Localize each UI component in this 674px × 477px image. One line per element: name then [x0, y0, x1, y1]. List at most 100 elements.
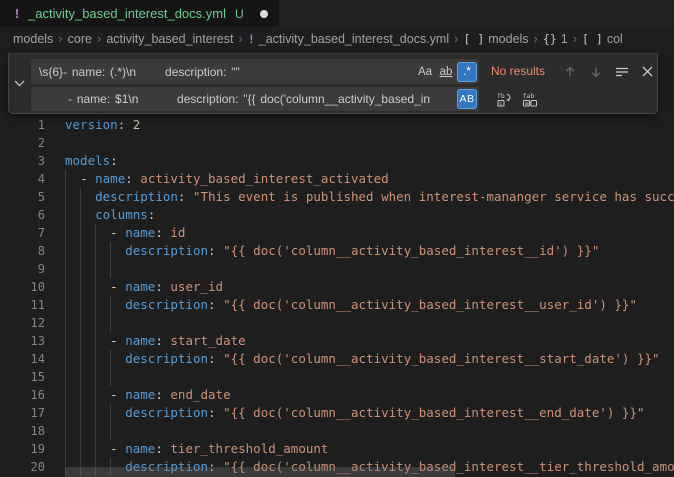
- indent-guide: [80, 314, 81, 332]
- breadcrumb-item-models[interactable]: models: [13, 32, 53, 46]
- editor-line-1[interactable]: 1version: 2: [0, 116, 674, 134]
- breadcrumb-label: core: [68, 32, 92, 46]
- find-replace-widget: Aa ab .* No results AB fb c fab: [8, 53, 658, 114]
- tab-filename: _activity_based_interest_docs.yml: [28, 6, 226, 21]
- line-number: 10: [0, 278, 45, 296]
- editor-line-19[interactable]: 19 - name: tier_threshold_amount: [0, 440, 674, 458]
- indent-guide: [95, 314, 96, 332]
- editor-line-11[interactable]: 11 description: "{{ doc('column__activit…: [0, 296, 674, 314]
- code-text: models:: [65, 152, 674, 170]
- tab-activity-based-interest-docs[interactable]: ! _activity_based_interest_docs.yml U: [0, 0, 279, 27]
- editor-line-5[interactable]: 5 description: "This event is published …: [0, 188, 674, 206]
- editor-line-3[interactable]: 3 models:: [0, 152, 674, 170]
- breadcrumb: models › core › activity_based_interest › !_ac…: [0, 27, 674, 50]
- line-number: 13: [0, 332, 45, 350]
- code-text: columns:: [65, 206, 674, 224]
- breadcrumb-separator-icon: ›: [97, 31, 101, 46]
- replace-all-button[interactable]: fab ac: [519, 89, 540, 110]
- whole-word-toggle[interactable]: ab: [436, 62, 456, 82]
- indent-guide: [95, 368, 96, 386]
- indent-guide: [95, 422, 96, 440]
- line-number: 14: [0, 350, 45, 368]
- whole-word-label: ab: [440, 66, 453, 78]
- line-number: 20: [0, 458, 45, 476]
- replace-row: AB: [31, 87, 479, 111]
- breadcrumb-item-core[interactable]: core: [68, 32, 92, 46]
- line-number: 7: [0, 224, 45, 242]
- editor-line-7[interactable]: 7 - name: id: [0, 224, 674, 242]
- line-number: 18: [0, 422, 45, 440]
- git-untracked-badge: U: [235, 7, 244, 21]
- match-case-toggle[interactable]: Aa: [415, 62, 435, 82]
- next-match-button[interactable]: [585, 61, 606, 82]
- close-find-widget-button[interactable]: [637, 61, 658, 82]
- find-row: Aa ab .*: [31, 59, 479, 84]
- code-text: description: "{{ doc('column__activity_b…: [65, 296, 674, 314]
- editor-line-18[interactable]: 18: [0, 422, 674, 440]
- replace-input-container: AB: [31, 87, 479, 111]
- code-text: - name: start_date: [65, 332, 674, 350]
- editor-line-16[interactable]: 16 - name: end_date: [0, 386, 674, 404]
- replace-input[interactable]: [31, 92, 456, 106]
- svg-text:fb: fb: [497, 92, 505, 100]
- editor-line-13[interactable]: 13 - name: start_date: [0, 332, 674, 350]
- toggle-replace-chevron-icon[interactable]: [9, 54, 29, 113]
- find-in-selection-button[interactable]: [611, 61, 632, 82]
- yaml-file-icon: !: [13, 6, 21, 21]
- editor-line-6[interactable]: 6 columns:: [0, 206, 674, 224]
- regex-toggle[interactable]: .*: [457, 62, 477, 82]
- indent-guide: [110, 260, 111, 278]
- editor-line-8[interactable]: 8 description: "{{ doc('column__activity…: [0, 242, 674, 260]
- code-text: - name: tier_threshold_amount: [65, 440, 674, 458]
- code-text: - name: id: [65, 224, 674, 242]
- editor-line-4[interactable]: 4 - name: activity_based_interest_activa…: [0, 170, 674, 188]
- editor-line-17[interactable]: 17 description: "{{ doc('column__activit…: [0, 404, 674, 422]
- code-text: - name: user_id: [65, 278, 674, 296]
- line-number: 15: [0, 368, 45, 386]
- symbol-object-icon: {}: [543, 32, 557, 46]
- breadcrumb-separator-icon: ›: [573, 31, 577, 46]
- code-text: description: "{{ doc('column__activity_b…: [65, 242, 674, 260]
- indent-guide: [80, 368, 81, 386]
- breadcrumb-item-models[interactable]: [ ]models: [463, 32, 528, 46]
- editor-line-12[interactable]: 12: [0, 314, 674, 332]
- line-number: 8: [0, 242, 45, 260]
- preserve-case-toggle[interactable]: AB: [457, 89, 477, 109]
- breadcrumb-item--activity-based-interest-docs-yml[interactable]: !_activity_based_interest_docs.yml: [248, 32, 449, 46]
- find-input[interactable]: [31, 65, 414, 79]
- code-text: - name: activity_based_interest_activate…: [65, 170, 674, 188]
- line-number: 2: [0, 134, 45, 152]
- line-number: 5: [0, 188, 45, 206]
- indent-guide: [110, 314, 111, 332]
- editor-line-14[interactable]: 14 description: "{{ doc('column__activit…: [0, 350, 674, 368]
- code-text: description: "{{ doc('column__activity_b…: [65, 404, 674, 422]
- line-number: 1: [0, 116, 45, 134]
- code-editor[interactable]: 1version: 223 models:4 - name: activity_b…: [0, 50, 674, 477]
- unsaved-changes-dot-icon[interactable]: [260, 10, 268, 18]
- editor-line-2[interactable]: 2: [0, 134, 674, 152]
- breadcrumb-separator-icon: ›: [454, 31, 458, 46]
- line-number: 16: [0, 386, 45, 404]
- previous-match-button[interactable]: [559, 61, 580, 82]
- indent-guide: [95, 260, 96, 278]
- line-number: 3: [0, 152, 45, 170]
- indent-guide: [80, 260, 81, 278]
- indent-guide: [65, 422, 66, 440]
- editor-line-10[interactable]: 10 - name: user_id: [0, 278, 674, 296]
- code-text: description: "This event is published wh…: [65, 188, 674, 206]
- breadcrumb-item-activity-based-interest[interactable]: activity_based_interest: [106, 32, 233, 46]
- line-number: 6: [0, 206, 45, 224]
- line-number: 17: [0, 404, 45, 422]
- line-number: 11: [0, 296, 45, 314]
- svg-text:fab: fab: [522, 92, 534, 100]
- breadcrumb-label: models: [488, 32, 528, 46]
- breadcrumb-item-col[interactable]: [ ]col: [582, 32, 623, 46]
- editor-line-15[interactable]: 15: [0, 368, 674, 386]
- breadcrumb-label: models: [13, 32, 53, 46]
- editor-line-9[interactable]: 9: [0, 260, 674, 278]
- replace-button[interactable]: fb c: [493, 89, 514, 110]
- breadcrumb-item-1[interactable]: {}1: [543, 32, 568, 46]
- breadcrumb-label: activity_based_interest: [106, 32, 233, 46]
- code-text: description: "{{ doc('column__activity_b…: [65, 350, 674, 368]
- horizontal-scrollbar[interactable]: [65, 467, 455, 477]
